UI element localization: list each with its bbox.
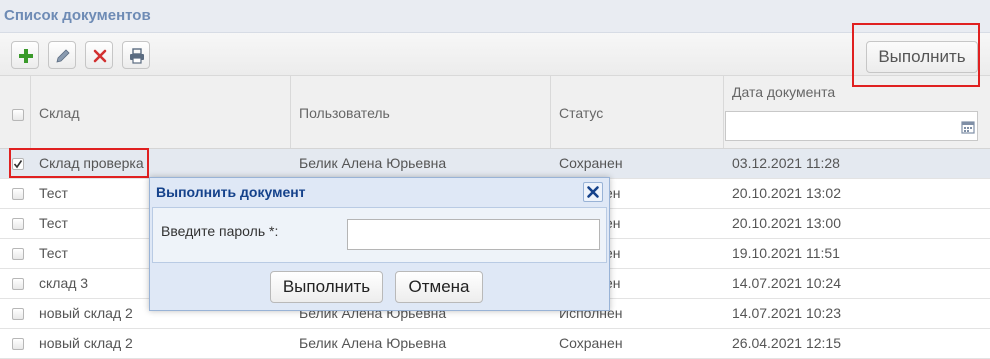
edit-button[interactable] — [48, 41, 76, 69]
cell-date: 03.12.2021 11:28 — [732, 155, 840, 171]
panel-title: Список документов — [4, 7, 151, 24]
row-checkbox[interactable] — [12, 248, 24, 260]
grid-header: Склад Пользователь Статус Дата документа — [0, 76, 990, 149]
cell-user: Белик Алена Юрьевна — [299, 155, 447, 171]
row-checkbox[interactable] — [12, 158, 24, 170]
row-checkbox[interactable] — [12, 188, 24, 200]
dialog-close-button[interactable] — [583, 182, 603, 202]
cell-date: 20.10.2021 13:02 — [732, 185, 841, 201]
password-label: Введите пароль *: — [161, 223, 279, 239]
cell-date: 14.07.2021 10:23 — [732, 305, 841, 321]
calendar-icon[interactable] — [961, 120, 975, 134]
cell-warehouse: новый склад 2 — [39, 305, 133, 321]
cell-status: Сохранен — [559, 155, 623, 171]
checkmark-icon — [13, 160, 23, 169]
header-date-label: Дата документа — [732, 84, 836, 100]
dialog-form: Введите пароль *: — [152, 207, 607, 263]
cell-warehouse: Склад проверка — [39, 155, 144, 171]
printer-icon — [130, 48, 144, 64]
execute-button[interactable]: Выполнить — [866, 41, 978, 73]
cell-date: 26.04.2021 12:15 — [732, 335, 841, 351]
dialog-execute-button[interactable]: Выполнить — [270, 271, 383, 303]
dialog-header[interactable]: Выполнить документ — [150, 178, 609, 206]
cell-status: Сохранен — [559, 335, 623, 351]
cell-date: 19.10.2021 11:51 — [732, 245, 840, 261]
print-button[interactable] — [122, 41, 150, 69]
dialog-cancel-button[interactable]: Отмена — [395, 271, 483, 303]
header-status-label: Статус — [559, 105, 604, 121]
cell-warehouse: склад 3 — [39, 275, 89, 291]
plus-icon — [19, 49, 33, 63]
cell-date: 20.10.2021 13:00 — [732, 215, 841, 231]
close-icon — [587, 186, 599, 198]
cell-warehouse: новый склад 2 — [39, 335, 133, 351]
header-warehouse[interactable]: Склад — [31, 76, 291, 148]
row-checkbox[interactable] — [12, 308, 24, 320]
add-button[interactable] — [11, 41, 39, 69]
header-select-all-cell — [0, 76, 31, 148]
cell-warehouse: Тест — [39, 245, 68, 261]
panel-header: Список документов — [0, 0, 990, 33]
header-status[interactable]: Статус — [551, 76, 724, 148]
table-row[interactable]: Склад проверка Белик Алена Юрьевна Сохра… — [0, 149, 990, 179]
toolbar — [0, 33, 990, 76]
dialog-title: Выполнить документ — [156, 184, 306, 200]
pencil-icon — [56, 49, 70, 63]
execute-document-dialog: Выполнить документ Введите пароль *: Вып… — [149, 177, 610, 311]
select-all-checkbox[interactable] — [12, 109, 24, 121]
table-row[interactable]: новый склад 2 Белик Алена Юрьевна Сохран… — [0, 329, 990, 359]
row-checkbox[interactable] — [12, 278, 24, 290]
delete-button[interactable] — [85, 41, 113, 69]
cell-user: Белик Алена Юрьевна — [299, 335, 447, 351]
cell-warehouse: Тест — [39, 215, 68, 231]
date-filter-field[interactable] — [725, 111, 978, 141]
password-field[interactable] — [347, 219, 600, 250]
header-warehouse-label: Склад — [39, 105, 80, 121]
x-icon — [93, 49, 107, 63]
row-checkbox[interactable] — [12, 338, 24, 350]
cell-warehouse: Тест — [39, 185, 68, 201]
cell-date: 14.07.2021 10:24 — [732, 275, 841, 291]
header-user[interactable]: Пользователь — [291, 76, 551, 148]
row-checkbox[interactable] — [12, 218, 24, 230]
header-user-label: Пользователь — [299, 105, 390, 121]
